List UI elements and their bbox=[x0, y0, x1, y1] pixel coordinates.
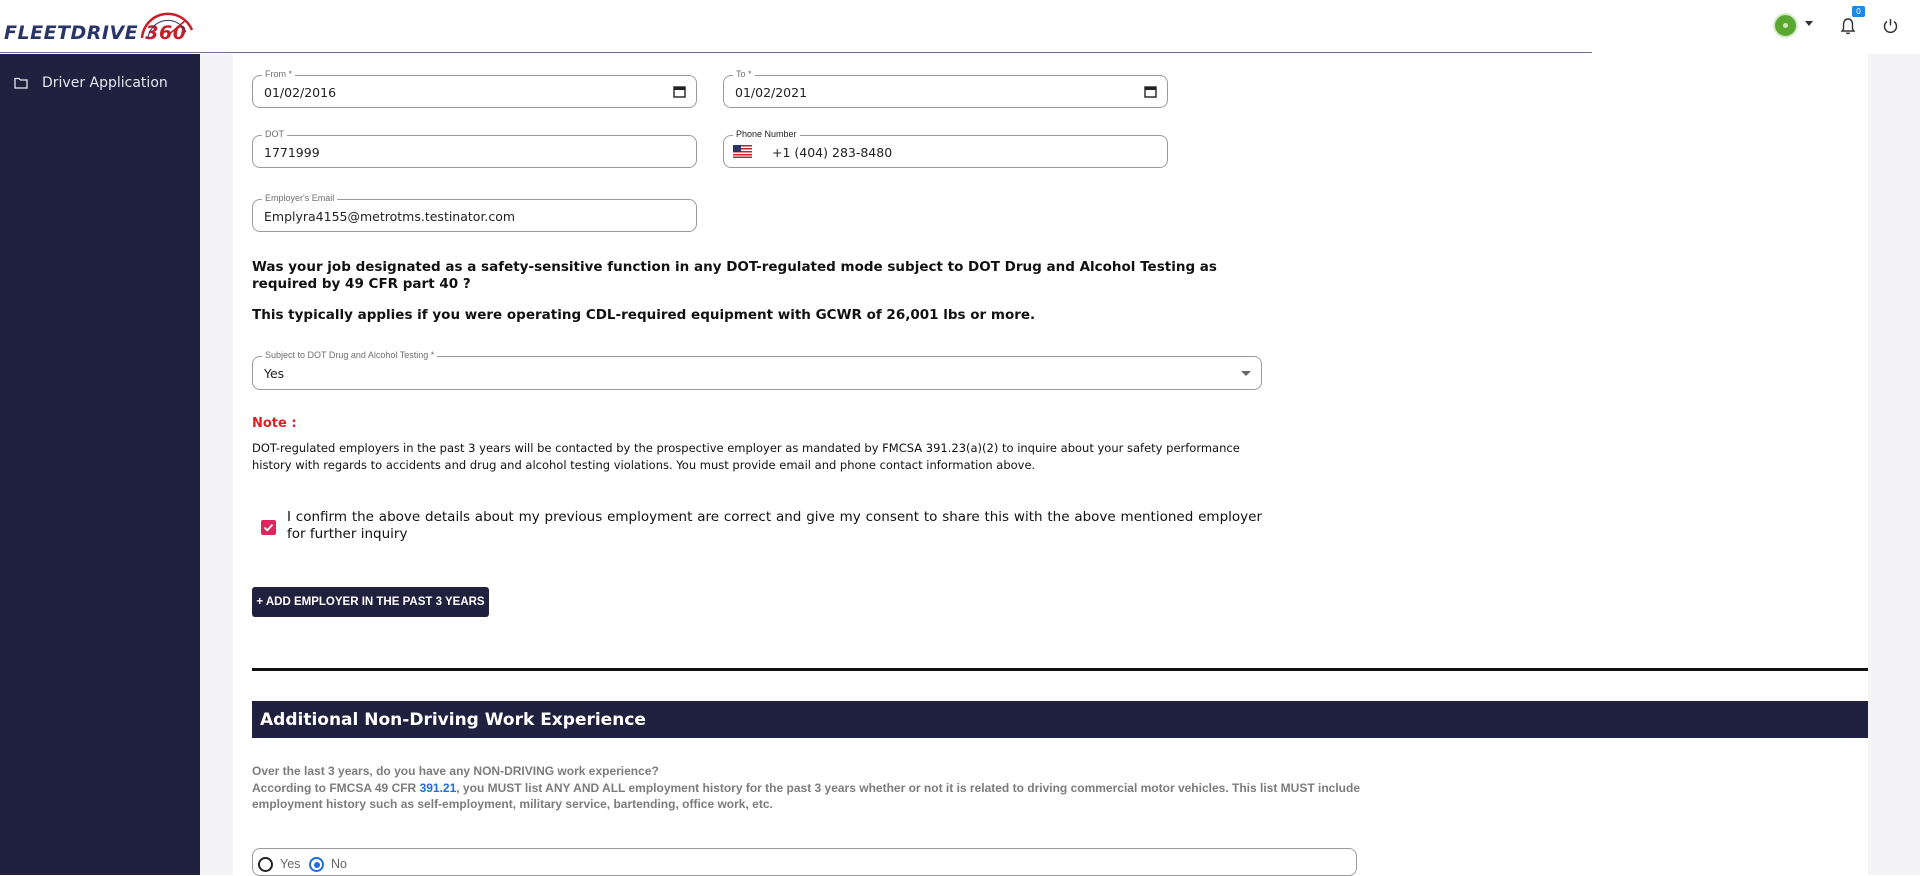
sidebar-item-label: Driver Application bbox=[42, 75, 168, 91]
dot-field[interactable]: DOT 1771999 bbox=[252, 128, 697, 168]
email-label: Employer's Email bbox=[262, 192, 338, 204]
dot-testing-hint: This typically applies if you were opera… bbox=[252, 307, 1036, 323]
section-title: Additional Non-Driving Work Experience bbox=[260, 710, 646, 730]
consent-checkbox[interactable] bbox=[261, 520, 276, 535]
sidebar: Driver Application bbox=[0, 54, 200, 875]
bell-icon[interactable] bbox=[1840, 17, 1856, 35]
consent-text: I confirm the above details about my pre… bbox=[287, 509, 1262, 542]
notification-badge: 0 bbox=[1852, 6, 1865, 17]
dot-label: DOT bbox=[262, 128, 287, 140]
requirement-prefix: According to FMCSA 49 CFR bbox=[252, 780, 420, 795]
radio-yes-label[interactable]: Yes bbox=[280, 857, 300, 871]
from-label: From * bbox=[262, 68, 295, 80]
folder-icon bbox=[14, 77, 28, 89]
testing-label: Subject to DOT Drug and Alcohol Testing … bbox=[262, 349, 438, 361]
chevron-down-icon[interactable] bbox=[1241, 371, 1251, 376]
phone-value: +1 (404) 283-8480 bbox=[772, 145, 893, 160]
fleetdrive-logo[interactable]: FLEETDRIVE 360 bbox=[4, 8, 204, 48]
non-driving-radio-group: Yes No bbox=[252, 848, 1357, 876]
radio-no[interactable] bbox=[309, 857, 324, 872]
to-date-field[interactable]: To * 01/02/2021 bbox=[723, 68, 1168, 108]
note-title: Note : bbox=[252, 416, 297, 431]
to-label: To * bbox=[733, 68, 755, 80]
chevron-down-icon[interactable] bbox=[1805, 21, 1813, 26]
calendar-icon[interactable] bbox=[1144, 85, 1157, 98]
employer-email-field[interactable]: Employer's Email Emplyra4155@metrotms.te… bbox=[252, 192, 697, 232]
fmcsa-link[interactable]: 391.21 bbox=[420, 781, 457, 795]
user-avatar[interactable] bbox=[1773, 13, 1798, 38]
note-body: DOT-regulated employers in the past 3 ye… bbox=[252, 441, 1240, 472]
non-driving-info: Over the last 3 years, do you have any N… bbox=[252, 763, 1362, 813]
phone-number-field[interactable]: Phone Number +1 (404) 283-8480 bbox=[723, 128, 1168, 168]
radio-no-label[interactable]: No bbox=[331, 857, 347, 871]
section-divider bbox=[252, 668, 1868, 671]
add-employer-button[interactable]: + ADD EMPLOYER IN THE PAST 3 YEARS bbox=[252, 587, 489, 617]
from-date-field[interactable]: From * 01/02/2016 bbox=[252, 68, 697, 108]
to-value: 01/02/2021 bbox=[735, 85, 808, 100]
check-icon bbox=[263, 523, 274, 532]
non-driving-question: Over the last 3 years, do you have any N… bbox=[252, 764, 659, 778]
radio-yes[interactable] bbox=[258, 857, 273, 872]
top-bar: FLEETDRIVE 360 0 bbox=[0, 0, 1920, 54]
power-icon[interactable] bbox=[1882, 17, 1899, 34]
testing-value: Yes bbox=[264, 366, 285, 381]
sidebar-item-driver-application[interactable]: Driver Application bbox=[14, 72, 168, 94]
dot-testing-select[interactable]: Subject to DOT Drug and Alcohol Testing … bbox=[252, 349, 1262, 390]
dot-value: 1771999 bbox=[264, 145, 320, 160]
speedometer-arc-icon bbox=[140, 12, 194, 39]
section-header: Additional Non-Driving Work Experience bbox=[252, 701, 1868, 738]
phone-label: Phone Number bbox=[733, 128, 800, 140]
fmcsa-requirement-text: According to FMCSA 49 CFR 391.21, you MU… bbox=[252, 780, 1362, 813]
email-value: Emplyra4155@metrotms.testinator.com bbox=[264, 209, 516, 224]
logo-text: FLEETDRIVE bbox=[4, 22, 139, 44]
calendar-icon[interactable] bbox=[673, 85, 686, 98]
dot-testing-question: Was your job designated as a safety-sens… bbox=[252, 259, 1217, 292]
us-flag-icon[interactable] bbox=[733, 145, 752, 158]
header-divider bbox=[0, 52, 1592, 53]
from-value: 01/02/2016 bbox=[264, 85, 337, 100]
